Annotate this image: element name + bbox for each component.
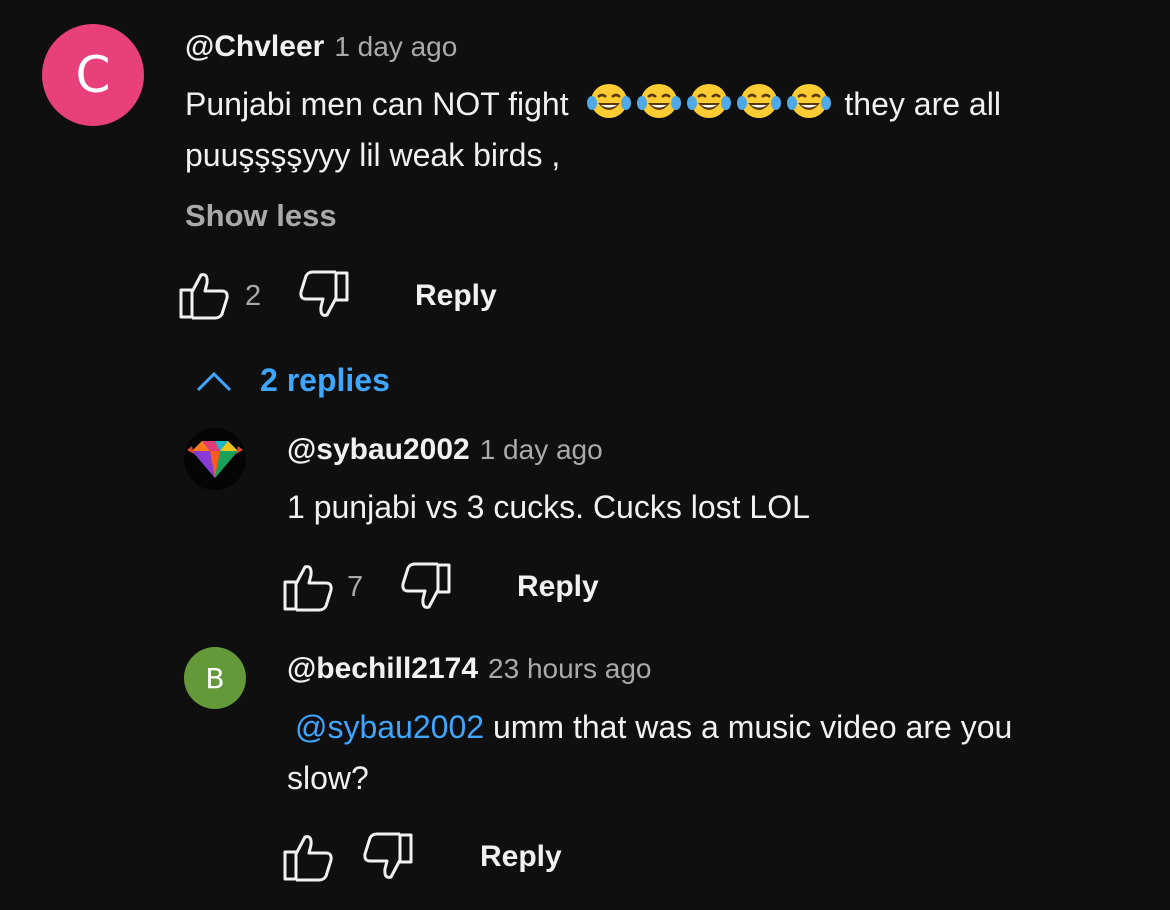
thumbs-up-icon [282, 562, 334, 612]
thumbs-down-icon [298, 270, 350, 320]
reply-button[interactable]: Reply [517, 570, 599, 604]
comment-timestamp[interactable]: 1 day ago [334, 31, 457, 62]
show-less-button[interactable]: Show less [185, 198, 337, 234]
reply-author[interactable]: @sybau2002 [287, 433, 470, 466]
thumbs-down-icon [400, 562, 452, 612]
comment-author[interactable]: @Chvleer [185, 30, 324, 63]
reply-text: 1 punjabi vs 3 cucks. Cucks lost LOL [287, 489, 810, 525]
face-with-tears-of-joy-icon [686, 81, 732, 121]
like-count: 7 [347, 571, 364, 603]
comment-header: @Chvleer 1 day ago [185, 30, 457, 64]
reply-text-line-2: slow? [287, 760, 369, 796]
emoji-row [586, 84, 845, 122]
like-button[interactable] [178, 270, 230, 320]
face-with-tears-of-joy-icon [636, 81, 682, 121]
reply-button[interactable]: Reply [415, 279, 497, 313]
face-with-tears-of-joy-icon [736, 81, 782, 121]
like-button[interactable] [282, 832, 334, 882]
reply-timestamp[interactable]: 23 hours ago [488, 653, 651, 684]
reply-text-line-1: @sybau2002 umm that was a music video ar… [295, 709, 1013, 745]
avatar[interactable]: B [184, 647, 246, 709]
comment-text: Punjabi men can NOT fight they are all p… [185, 79, 1145, 181]
thumbs-down-icon [362, 832, 414, 882]
reply-button[interactable]: Reply [480, 840, 562, 874]
like-count: 2 [245, 280, 262, 312]
mention-link[interactable]: @sybau2002 [295, 709, 484, 745]
reply-text: @sybau2002 umm that was a music video ar… [287, 702, 1147, 804]
comment-text-line-1: Punjabi men can NOT fight they are all [185, 79, 1145, 130]
face-with-tears-of-joy-icon [586, 81, 632, 121]
replies-toggle[interactable]: 2 replies [196, 362, 390, 399]
diamond-avatar-icon [184, 428, 246, 490]
reply-header: @bechill2174 23 hours ago [287, 652, 651, 686]
reply-header: @sybau2002 1 day ago [287, 433, 603, 467]
dislike-button[interactable] [400, 562, 452, 612]
avatar[interactable]: C [42, 24, 144, 126]
reply-timestamp[interactable]: 1 day ago [480, 434, 603, 465]
thumbs-up-icon [178, 270, 230, 320]
thumbs-up-icon [282, 832, 334, 882]
avatar-letter: C [75, 46, 111, 104]
face-with-tears-of-joy-icon [786, 81, 832, 121]
replies-count-label: 2 replies [260, 362, 390, 398]
dislike-button[interactable] [362, 832, 414, 882]
avatar[interactable] [184, 428, 246, 490]
avatar-letter: B [205, 661, 225, 695]
dislike-button[interactable] [298, 270, 350, 320]
comment-text-line-2: puuşşşşyyy lil weak birds , [185, 137, 561, 173]
like-button[interactable] [282, 562, 334, 612]
reply-author[interactable]: @bechill2174 [287, 652, 478, 685]
chevron-up-icon [196, 370, 232, 392]
